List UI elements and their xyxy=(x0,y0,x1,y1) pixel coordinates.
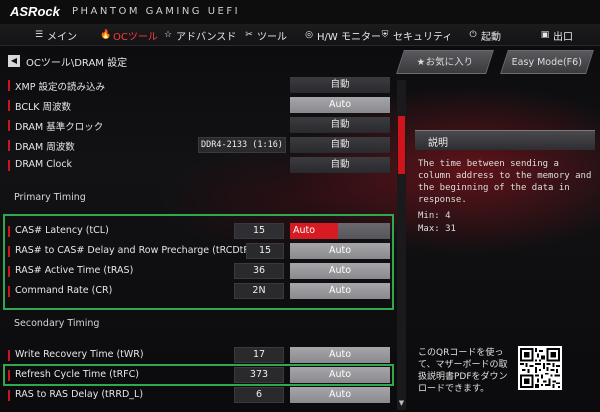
tools-icon: ✂ xyxy=(245,30,253,40)
power-icon: ⏻ xyxy=(469,30,477,40)
breadcrumb-path: OCツール\DRAM 設定 xyxy=(26,57,128,69)
shield-icon: ⛨ xyxy=(381,30,389,40)
menu-icon: ☰ xyxy=(34,30,44,40)
setting-row-xmp[interactable]: XMP 設定の読み込み 自動 xyxy=(8,76,392,94)
current-value: 17 xyxy=(234,347,284,363)
tab-hw-monitor[interactable]: ◎ H/W モニター xyxy=(304,27,381,43)
tab-security[interactable]: ⛨ セキュリティ xyxy=(380,27,453,43)
highlight-box-primary xyxy=(3,214,394,310)
section-title-secondary: Secondary Timing xyxy=(14,318,100,329)
option-value[interactable]: 自動 xyxy=(290,157,390,173)
option-value[interactable]: Auto xyxy=(290,387,390,403)
description-min: Min: 4 xyxy=(418,211,451,221)
title-bar: ASRock PHANTOM GAMING UEFI xyxy=(0,0,600,24)
qr-caption: このQRコードを使って、マザーボードの取扱説明書PDFをダウンロードできます。 xyxy=(418,348,508,394)
description-title: 説明 xyxy=(428,138,448,149)
setting-row-dram-frequency[interactable]: DRAM 周波数 DDR4-2133 (1:16) 自動 xyxy=(8,136,392,154)
setting-row-dram-ref-clock[interactable]: DRAM 基準クロック 自動 xyxy=(8,116,392,134)
setting-row-bclk[interactable]: BCLK 周波数 Auto xyxy=(8,96,392,114)
star-icon: ★ xyxy=(416,57,426,68)
qr-code-icon xyxy=(518,346,562,390)
current-value: 6 xyxy=(234,387,284,403)
star-icon: ☆ xyxy=(163,30,173,40)
option-value[interactable]: 自動 xyxy=(290,117,390,133)
brand-logo: ASRock xyxy=(10,4,60,19)
main-nav: ☰ メイン 🔥 OCツール ☆ アドバンスド ✂ ツール ◎ H/W モニター … xyxy=(0,24,600,46)
scroll-down-arrow-icon[interactable]: ▼ xyxy=(397,399,406,408)
current-value: DDR4-2133 (1:16) xyxy=(198,137,286,153)
exit-icon: ▣ xyxy=(540,30,550,40)
monitor-icon: ◎ xyxy=(305,30,313,40)
flame-icon: 🔥 xyxy=(100,30,112,40)
scrollbar-thumb[interactable] xyxy=(398,116,405,174)
option-value[interactable]: Auto xyxy=(290,347,390,363)
option-value[interactable]: Auto xyxy=(290,97,390,113)
brand-subtitle: PHANTOM GAMING UEFI xyxy=(72,6,241,17)
section-title-primary: Primary Timing xyxy=(14,192,86,203)
option-value[interactable]: 自動 xyxy=(290,77,390,93)
tab-boot[interactable]: ⏻ 起動 xyxy=(468,27,501,43)
favorites-button[interactable]: ★ お気に入り xyxy=(396,50,494,74)
tab-advanced[interactable]: ☆ アドバンスド xyxy=(163,27,236,43)
tab-main[interactable]: ☰ メイン xyxy=(34,27,77,43)
breadcrumb: ◀ OCツール\DRAM 設定 xyxy=(8,54,128,69)
easy-mode-button[interactable]: Easy Mode(F6) xyxy=(500,50,594,74)
highlight-box-trfc xyxy=(3,364,394,386)
tab-tools[interactable]: ✂ ツール xyxy=(244,27,287,43)
back-arrow-icon[interactable]: ◀ xyxy=(8,55,20,67)
description-text: The time between sending a column addres… xyxy=(418,159,592,205)
description-max: Max: 31 xyxy=(418,224,456,234)
tab-exit[interactable]: ▣ 出口 xyxy=(540,27,573,43)
setting-row-twr[interactable]: Write Recovery Time (tWR) 17 Auto xyxy=(8,346,392,364)
setting-row-dram-clock[interactable]: DRAM Clock 自動 xyxy=(8,156,392,174)
setting-row-trrd-l[interactable]: RAS to RAS Delay (tRRD_L) 6 Auto xyxy=(8,386,392,404)
tab-oc-tweaker[interactable]: 🔥 OCツール xyxy=(100,27,158,43)
option-value[interactable]: 自動 xyxy=(290,137,390,153)
